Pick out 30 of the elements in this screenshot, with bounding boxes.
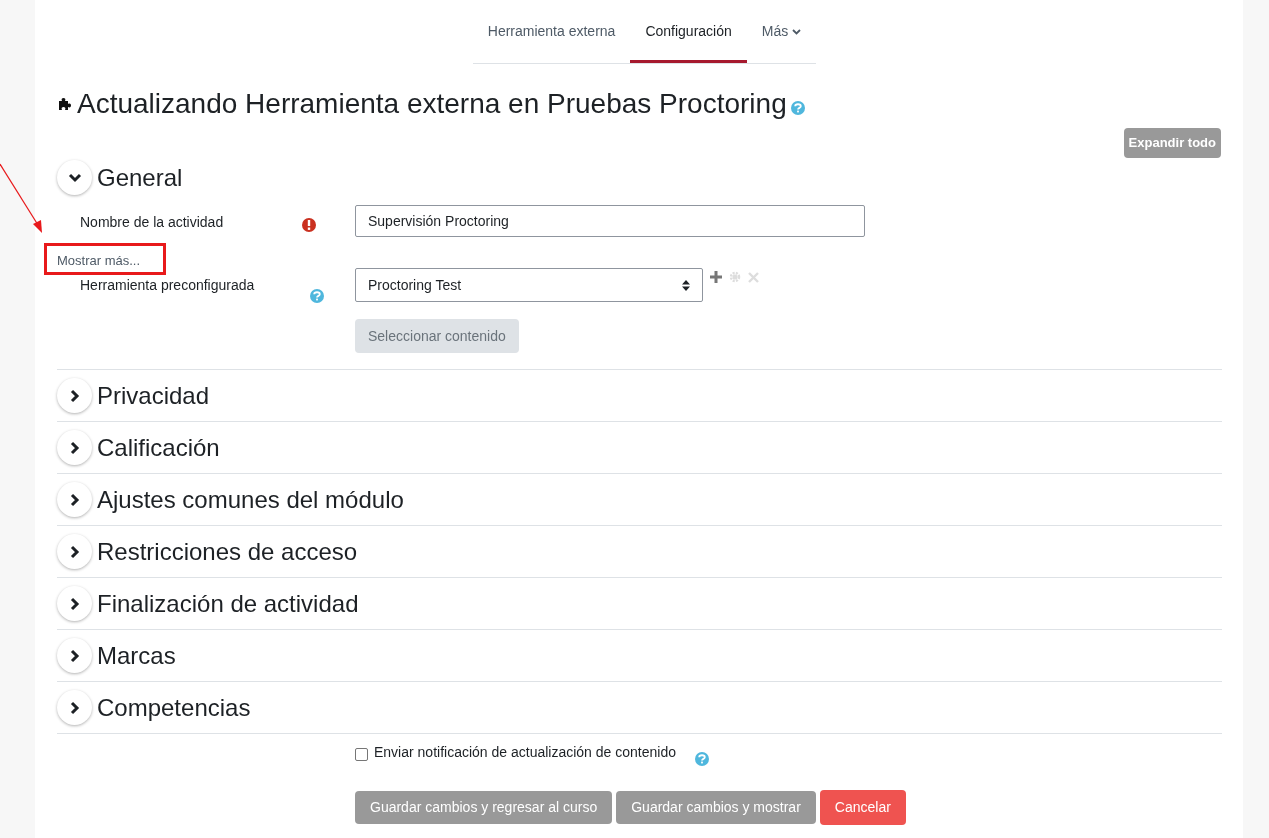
chevron-right-icon <box>69 596 80 611</box>
select-dropdown[interactable]: Proctoring Test <box>355 268 703 302</box>
section-heading[interactable]: Competencias <box>97 689 251 726</box>
section-heading[interactable]: Calificación <box>97 429 220 466</box>
field-label: Nombre de la actividad <box>79 213 225 232</box>
checkbox[interactable] <box>355 748 368 761</box>
show-more-link[interactable]: Mostrar más... <box>57 253 141 268</box>
chevron-right-icon <box>69 440 80 455</box>
chevron-right-icon <box>69 700 80 715</box>
chevron-right-icon <box>69 492 80 507</box>
section-heading[interactable]: Restricciones de acceso <box>97 533 358 570</box>
section-heading[interactable]: Marcas <box>97 637 176 674</box>
section-heading[interactable]: Finalización de actividad <box>97 585 359 622</box>
page-title: Actualizando Herramienta externa en Pruebas Proctoring <box>77 87 787 121</box>
nav-tab[interactable]: Configuración <box>630 0 747 63</box>
puzzle-icon <box>57 96 73 112</box>
chevron-right-icon <box>69 388 80 403</box>
section-heading[interactable]: Ajustes comunes del módulo <box>97 481 404 518</box>
nav-tab[interactable]: Más <box>746 0 817 63</box>
chevron-right-icon <box>69 648 80 663</box>
nav-tab[interactable]: Herramienta externa <box>472 0 631 63</box>
checkbox-label: Enviar notificación de actualización de contenido <box>374 743 676 762</box>
section-heading[interactable]: General <box>97 159 183 196</box>
chevron-down-icon <box>67 172 82 183</box>
section-heading[interactable]: Privacidad <box>97 377 210 414</box>
chevron-right-icon <box>69 544 80 559</box>
text-input[interactable]: Supervisión Proctoring <box>355 205 865 237</box>
field-label: Herramienta preconfigurada <box>79 276 256 295</box>
sort-arrows-icon <box>682 279 690 291</box>
add-icon[interactable] <box>710 271 722 283</box>
